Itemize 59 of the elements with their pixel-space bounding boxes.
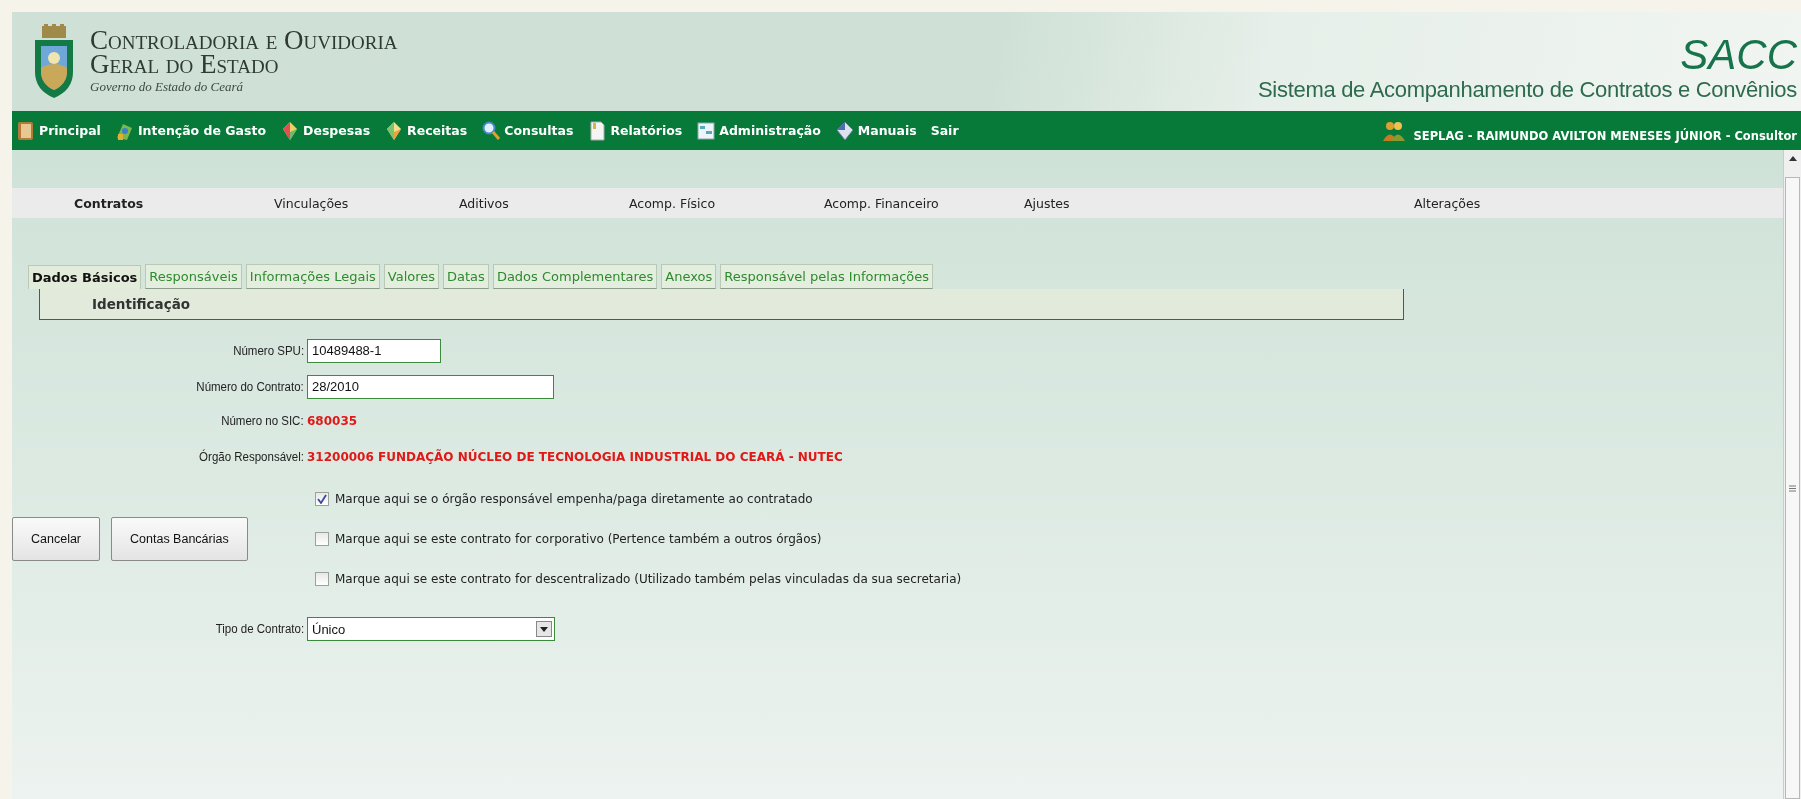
book-icon <box>16 119 36 142</box>
caret-icon <box>540 626 548 632</box>
sub-navigation-link[interactable]: Acomp. Físico <box>629 195 716 211</box>
field-value: 31200006 FUNDAÇÃO NÚCLEO DE TECNOLOGIA INDUSTRIAL DO CEARÁ - NUTEC <box>307 449 844 464</box>
field-label: Tipo de Contrato: <box>215 622 304 636</box>
table-icon <box>696 119 717 142</box>
search-icon <box>481 119 502 142</box>
menu-item[interactable]: Intenção de Gasto <box>114 119 267 142</box>
grip-icon <box>1789 484 1796 492</box>
menu-item[interactable]: Receitas <box>384 119 468 142</box>
tab[interactable]: Responsáveis <box>145 264 242 289</box>
menu-item[interactable]: Relatórios <box>587 119 683 142</box>
menu-item[interactable]: Principal <box>16 119 101 142</box>
people-icon <box>1381 119 1406 142</box>
user-info: SEPLAG - RAIMUNDO AVILTON MENESES JÚNIOR - Consultor <box>1413 128 1797 143</box>
field-label: Número do Contrato: <box>196 379 304 394</box>
contract-type-dropdown[interactable]: Único <box>307 617 555 641</box>
tab[interactable]: Valores <box>383 264 440 289</box>
menu-item[interactable]: Despesas <box>280 119 371 142</box>
field-label: Número no SIC: <box>221 414 304 428</box>
sub-navigation-link[interactable]: Contratos <box>74 195 144 211</box>
tab[interactable]: Datas <box>443 264 489 289</box>
organization-subtitle: Governo do Estado do Ceará <box>90 79 245 95</box>
diamond-icon <box>834 119 855 142</box>
sub-navigation-link[interactable]: Vinculações <box>274 195 349 211</box>
field-label: Órgão Responsável: <box>199 449 304 464</box>
field-value: 680035 <box>307 414 359 428</box>
menu-item[interactable]: Manuais <box>834 119 917 142</box>
cancel-button[interactable]: Cancelar <box>12 517 101 561</box>
menu-item[interactable]: Sair <box>930 123 959 138</box>
app-full-name: Sistema de Acompanhamento de Contratos e Convênios <box>1258 77 1797 103</box>
tab[interactable]: Informações Legais <box>245 264 380 289</box>
sub-navigation-link[interactable]: Ajustes <box>1024 195 1070 211</box>
menu-item[interactable]: Consultas <box>481 119 574 142</box>
sub-navigation-link[interactable]: Aditivos <box>459 195 509 211</box>
app-name: SACC <box>1680 33 1797 77</box>
checkbox[interactable] <box>315 572 329 586</box>
sub-navigation-link[interactable]: Acomp. Financeiro <box>824 195 939 211</box>
checkbox-label: Marque aqui se o órgão responsável empenha/paga diretamente ao contratado <box>335 492 813 506</box>
tab[interactable]: Dados Complementares <box>492 264 658 289</box>
sub-navigation-link[interactable]: Alterações <box>1414 195 1481 211</box>
tab[interactable]: Responsável pelas Informações <box>720 264 934 289</box>
checkbox-label: Marque aqui se este contrato for descentralizado (Utilizado também pelas vinculadas da sua secretaria) <box>335 572 962 586</box>
checkbox[interactable] <box>315 532 329 546</box>
tab[interactable]: Anexos <box>661 264 717 289</box>
scroll-up-icon[interactable] <box>1788 156 1797 161</box>
scrollbar[interactable] <box>1783 150 1801 799</box>
bank-accounts-button[interactable]: Contas Bancárias <box>111 517 248 561</box>
tab[interactable]: Dados Básicos <box>28 265 142 289</box>
section-title: Identificação <box>92 296 191 312</box>
input-field[interactable]: 10489488-1 <box>307 338 441 363</box>
organization-name: Controladoria e Ouvidoria <box>90 28 398 52</box>
organization-name: Geral do Estado <box>90 52 280 76</box>
checkbox[interactable] <box>315 492 329 506</box>
field-label: Número SPU: <box>233 343 304 358</box>
input-field[interactable]: 28/2010 <box>307 374 554 399</box>
checkbox-label: Marque aqui se este contrato for corporativo (Pertence também a outros órgãos) <box>335 532 822 546</box>
document-icon <box>587 119 608 142</box>
menu-item[interactable]: Administração <box>696 119 821 142</box>
